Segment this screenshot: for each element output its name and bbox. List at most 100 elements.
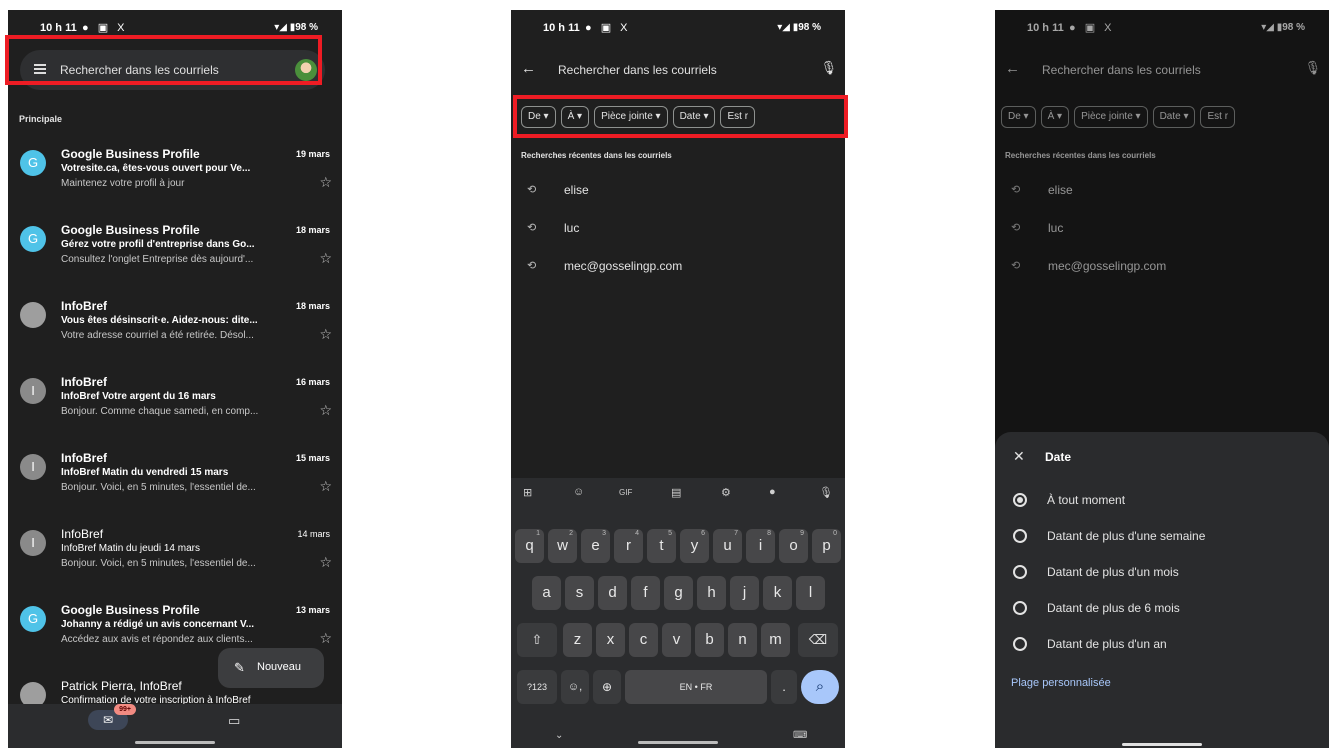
section-label: Principale [19, 114, 63, 124]
email-row[interactable]: G Google Business Profile 19 mars Votresite… [8, 147, 342, 222]
email-subject: InfoBref Matin du vendredi 15 mars [61, 467, 229, 478]
star-icon[interactable]: ☆ [319, 478, 332, 495]
recent-search-item[interactable]: ⟲ luc [511, 219, 845, 241]
email-subject: Votresite.ca, êtes-vous ouvert pour Ve..… [61, 163, 251, 174]
email-row[interactable]: G Google Business Profile 18 mars Gérez vot… [8, 223, 342, 298]
key-g[interactable]: g [664, 576, 693, 610]
notification-icons: ● ▣ X [82, 22, 128, 34]
key-a[interactable]: a [532, 576, 561, 610]
key-x[interactable]: x [596, 623, 625, 657]
key-u[interactable]: u7 [713, 529, 742, 563]
apps-grid-icon[interactable]: ⊞ [523, 486, 532, 499]
clipboard-icon[interactable]: ▤ [671, 486, 681, 499]
search-key[interactable]: ⌕ [801, 670, 839, 704]
radio-button[interactable] [1013, 601, 1027, 615]
compose-button[interactable]: ✎ Nouveau [218, 648, 324, 688]
email-sender: InfoBref [61, 375, 107, 389]
recent-searches-title: Recherches récentes dans les courriels [521, 151, 672, 160]
email-subject: Vous êtes désinscrit·e. Aidez-nous: dite… [61, 315, 258, 326]
key-f[interactable]: f [631, 576, 660, 610]
star-icon[interactable]: ☆ [319, 174, 332, 191]
email-row[interactable]: I InfoBref 14 mars InfoBref Matin du jeudi … [8, 527, 342, 602]
email-snippet: Bonjour. Voici, en 5 minutes, l'essentie… [61, 558, 256, 569]
key-j[interactable]: j [730, 576, 759, 610]
key-q[interactable]: q1 [515, 529, 544, 563]
key-w[interactable]: w2 [548, 529, 577, 563]
key-l[interactable]: l [796, 576, 825, 610]
radio-button[interactable] [1013, 529, 1027, 543]
search-input[interactable]: Rechercher dans les courriels [558, 63, 717, 77]
backspace-key[interactable]: ⌫ [798, 623, 838, 657]
star-icon[interactable]: ☆ [319, 630, 332, 647]
email-row[interactable]: I InfoBref 15 mars InfoBref Matin du vendre… [8, 451, 342, 526]
email-row[interactable]: InfoBref 18 mars Vous êtes désinscrit·e. A… [8, 299, 342, 374]
star-icon[interactable]: ☆ [319, 402, 332, 419]
date-filter-screen: 10 h 11 ● ▣ X ▾◢ ▮98 % ← Rechercher dans… [995, 10, 1329, 748]
key-m[interactable]: m [761, 623, 790, 657]
sticker-icon[interactable]: ☺ [573, 486, 584, 498]
email-snippet: Votre adresse courriel a été retirée. Dé… [61, 330, 254, 341]
recent-search-text: mec@gosselingp.com [564, 259, 683, 273]
date-option[interactable]: Datant de plus de 6 mois [995, 597, 1329, 619]
star-icon[interactable]: ☆ [319, 250, 332, 267]
shift-key[interactable]: ⇧ [517, 623, 557, 657]
date-option[interactable]: Datant de plus d'un an [995, 633, 1329, 655]
hide-keyboard-icon[interactable]: ⌄ [555, 730, 563, 741]
key-z[interactable]: z [563, 623, 592, 657]
settings-icon[interactable]: ⚙ [721, 486, 731, 499]
gif-button[interactable]: GIF [619, 488, 632, 497]
email-subject: InfoBref Votre argent du 16 mars [61, 391, 216, 402]
sheet-title: Date [1045, 450, 1072, 464]
key-d[interactable]: d [598, 576, 627, 610]
key-y[interactable]: y6 [680, 529, 709, 563]
email-date: 13 mars [295, 605, 330, 615]
date-option[interactable]: À tout moment [995, 489, 1329, 511]
date-option[interactable]: Datant de plus d'un mois [995, 561, 1329, 583]
key-v[interactable]: v [662, 623, 691, 657]
sender-avatar: I [20, 530, 46, 556]
period-key[interactable]: . [771, 670, 797, 704]
sender-avatar: I [20, 378, 46, 404]
key-h[interactable]: h [697, 576, 726, 610]
date-option[interactable]: Datant de plus d'une semaine [995, 525, 1329, 547]
key-o[interactable]: o9 [779, 529, 808, 563]
radio-button[interactable] [1013, 565, 1027, 579]
star-icon[interactable]: ☆ [319, 554, 332, 571]
recent-search-item[interactable]: ⟲ mec@gosselingp.com [511, 257, 845, 279]
sender-avatar: G [20, 150, 46, 176]
key-p[interactable]: p0 [812, 529, 841, 563]
key-r[interactable]: r4 [614, 529, 643, 563]
key-c[interactable]: c [629, 623, 658, 657]
key-i[interactable]: i8 [746, 529, 775, 563]
key-e[interactable]: e3 [581, 529, 610, 563]
email-row[interactable]: I InfoBref 16 mars InfoBref Votre argent du… [8, 375, 342, 450]
close-icon[interactable]: ✕ [1013, 448, 1025, 465]
space-key[interactable]: EN • FR [625, 670, 767, 704]
palette-icon[interactable]: ● [769, 486, 776, 498]
custom-range-link[interactable]: Plage personnalisée [1011, 677, 1111, 689]
key-n[interactable]: n [728, 623, 757, 657]
keyboard-switch-icon[interactable]: ⌨ [793, 730, 807, 741]
globe-icon[interactable]: ⊕ [593, 670, 621, 704]
key-s[interactable]: s [565, 576, 594, 610]
email-date: 14 mars [297, 529, 330, 539]
symbols-key[interactable]: ?123 [517, 670, 557, 704]
keyboard-mic-icon[interactable]: 🎙 [819, 486, 833, 499]
key-k[interactable]: k [763, 576, 792, 610]
recent-search-item[interactable]: ⟲ elise [511, 181, 845, 203]
emoji-comma-key[interactable]: ☺, [561, 670, 589, 704]
video-icon[interactable]: ▭ [228, 713, 240, 729]
key-hint: 5 [668, 530, 672, 537]
radio-button[interactable] [1013, 493, 1027, 507]
radio-button[interactable] [1013, 637, 1027, 651]
key-t[interactable]: t5 [647, 529, 676, 563]
date-bottom-sheet: ✕ Date À tout moment Datant de plus d'une… [995, 432, 1329, 748]
star-icon[interactable]: ☆ [319, 326, 332, 343]
unread-badge: 99+ [114, 704, 136, 715]
back-arrow-icon[interactable]: ← [521, 60, 536, 77]
email-sender: Patrick Pierra, InfoBref [61, 679, 182, 693]
key-hint: 8 [767, 530, 771, 537]
microphone-icon[interactable]: 🎙 [820, 60, 837, 76]
key-hint: 4 [635, 530, 639, 537]
key-b[interactable]: b [695, 623, 724, 657]
